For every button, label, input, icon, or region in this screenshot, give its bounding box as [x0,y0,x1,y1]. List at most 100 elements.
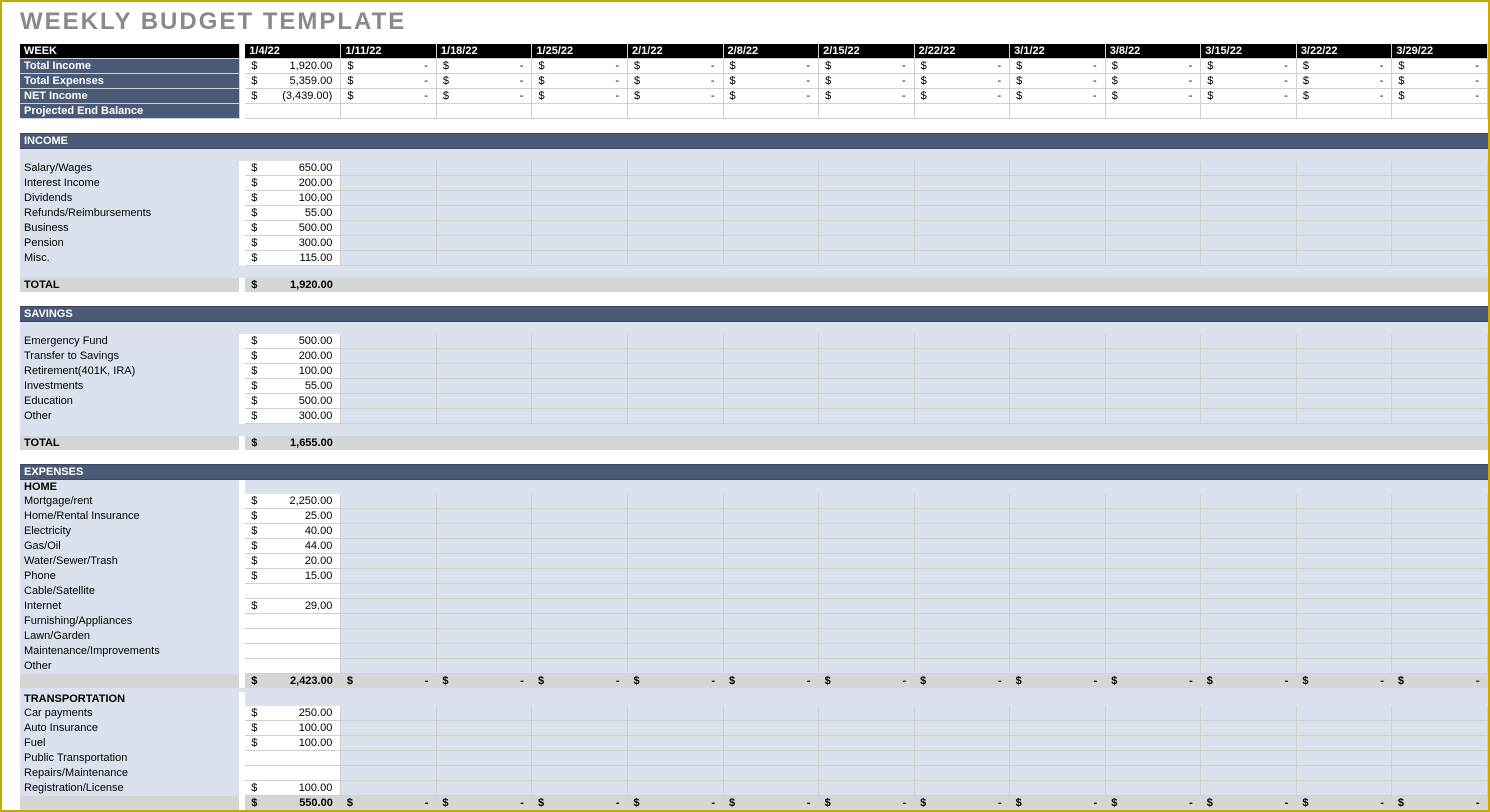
value-cell[interactable] [532,236,628,251]
value-cell[interactable]: $500.00 [245,334,341,349]
value-cell[interactable] [341,436,437,450]
value-cell[interactable] [819,706,915,721]
value-cell[interactable]: $200.00 [245,349,341,364]
value-cell[interactable] [532,436,628,450]
value-cell[interactable] [819,569,915,584]
value-cell[interactable] [436,644,532,659]
value-cell[interactable] [436,334,532,349]
value-cell[interactable] [1010,278,1106,292]
value-cell[interactable] [914,569,1010,584]
value-cell[interactable]: $- [1201,59,1297,74]
value-cell[interactable] [436,278,532,292]
value-cell[interactable] [1392,599,1488,614]
value-cell[interactable] [914,614,1010,629]
value-cell[interactable] [1010,721,1106,736]
value-cell[interactable] [532,659,628,674]
value-cell[interactable] [341,251,437,266]
value-cell[interactable] [723,569,819,584]
value-cell[interactable] [1296,409,1392,424]
value-cell[interactable]: $- [627,59,723,74]
value-cell[interactable] [627,751,723,766]
value-cell[interactable] [1010,176,1106,191]
value-cell[interactable]: $25.00 [245,509,341,524]
value-cell[interactable] [914,766,1010,781]
value-cell[interactable] [1296,236,1392,251]
value-cell[interactable] [1105,599,1201,614]
value-cell[interactable] [341,524,437,539]
value-cell[interactable] [1010,629,1106,644]
value-cell[interactable]: $- [1392,89,1488,104]
value-cell[interactable] [627,584,723,599]
value-cell[interactable] [819,736,915,751]
value-cell[interactable] [723,278,819,292]
value-cell[interactable]: $- [1296,59,1392,74]
value-cell[interactable] [914,349,1010,364]
value-cell[interactable] [627,706,723,721]
value-cell[interactable]: $- [341,89,437,104]
value-cell[interactable] [436,349,532,364]
value-cell[interactable] [532,599,628,614]
value-cell[interactable] [341,584,437,599]
value-cell[interactable] [436,524,532,539]
value-cell[interactable] [627,494,723,509]
value-cell[interactable]: $- [436,89,532,104]
value-cell[interactable]: $44.00 [245,539,341,554]
value-cell[interactable] [341,494,437,509]
value-cell[interactable] [914,206,1010,221]
value-cell[interactable] [532,584,628,599]
value-cell[interactable] [914,176,1010,191]
value-cell[interactable] [1201,614,1297,629]
value-cell[interactable] [627,394,723,409]
value-cell[interactable] [1105,334,1201,349]
value-cell[interactable]: $- [436,796,532,811]
value-cell[interactable] [1392,221,1488,236]
value-cell[interactable]: $- [1010,89,1106,104]
value-cell[interactable] [532,161,628,176]
value-cell[interactable] [1392,334,1488,349]
value-cell[interactable] [914,781,1010,796]
value-cell[interactable] [1201,659,1297,674]
value-cell[interactable] [1392,409,1488,424]
value-cell[interactable] [1296,349,1392,364]
value-cell[interactable] [723,629,819,644]
value-cell[interactable] [1010,206,1106,221]
value-cell[interactable] [1105,379,1201,394]
value-cell[interactable] [1010,334,1106,349]
value-cell[interactable] [341,554,437,569]
value-cell[interactable] [436,394,532,409]
value-cell[interactable] [1105,584,1201,599]
value-cell[interactable] [1010,221,1106,236]
value-cell[interactable] [1201,599,1297,614]
value-cell[interactable] [723,614,819,629]
value-cell[interactable] [532,221,628,236]
value-cell[interactable] [819,176,915,191]
value-cell[interactable]: $55.00 [245,206,341,221]
value-cell[interactable] [1010,251,1106,266]
value-cell[interactable]: $- [723,674,819,689]
value-cell[interactable] [1010,509,1106,524]
value-cell[interactable] [819,161,915,176]
value-cell[interactable] [627,191,723,206]
value-cell[interactable] [341,614,437,629]
value-cell[interactable] [914,629,1010,644]
value-cell[interactable] [914,706,1010,721]
value-cell[interactable] [1296,584,1392,599]
value-cell[interactable] [819,659,915,674]
value-cell[interactable] [341,766,437,781]
value-cell[interactable]: $- [723,74,819,89]
value-cell[interactable] [1296,569,1392,584]
value-cell[interactable] [1105,278,1201,292]
value-cell[interactable] [436,629,532,644]
value-cell[interactable] [341,736,437,751]
value-cell[interactable]: $- [1010,59,1106,74]
value-cell[interactable] [532,104,628,119]
value-cell[interactable] [723,436,819,450]
value-cell[interactable] [1201,629,1297,644]
value-cell[interactable] [341,236,437,251]
value-cell[interactable]: $650.00 [245,161,341,176]
value-cell[interactable] [1010,349,1106,364]
value-cell[interactable] [1105,721,1201,736]
value-cell[interactable] [436,721,532,736]
value-cell[interactable] [1392,104,1488,119]
value-cell[interactable]: $1,920.00 [245,59,341,74]
